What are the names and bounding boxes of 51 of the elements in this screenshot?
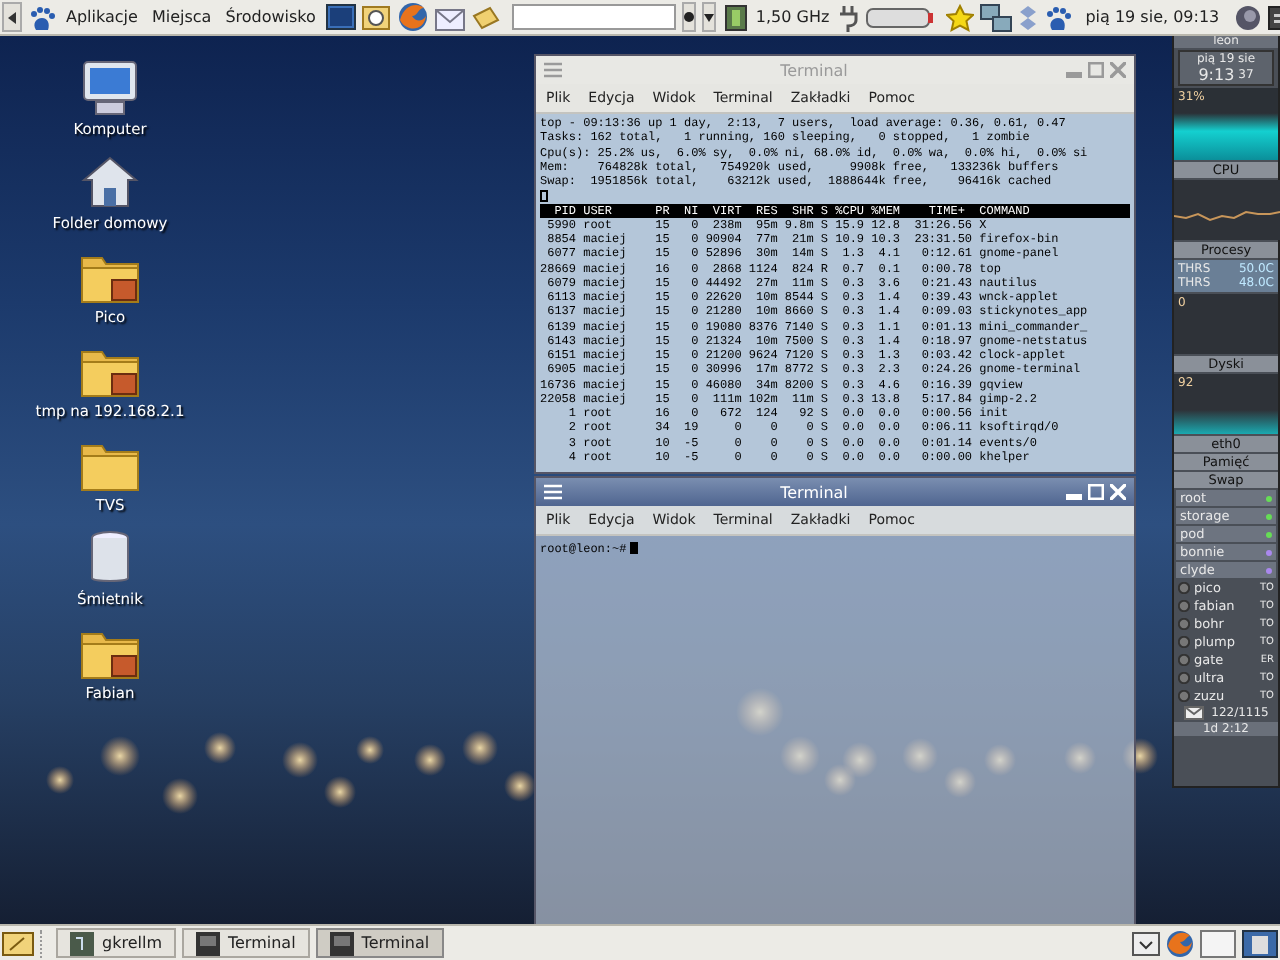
cursor xyxy=(540,189,548,202)
panel-menu[interactable]: Środowisko xyxy=(221,8,320,26)
workspace-icon[interactable] xyxy=(1242,929,1278,957)
globe-icon[interactable] xyxy=(397,2,428,32)
load-graph xyxy=(1174,180,1280,240)
status-light-icon xyxy=(1178,654,1190,666)
left-arrow-icon xyxy=(8,11,16,23)
panel-menu[interactable]: Miejsca xyxy=(147,8,216,26)
command-field[interactable] xyxy=(511,4,676,30)
window-title: Terminal xyxy=(778,483,850,501)
star-icon[interactable] xyxy=(945,3,974,31)
computer-icon[interactable] xyxy=(80,60,140,116)
status-light-icon xyxy=(1178,618,1190,630)
note-icon[interactable] xyxy=(471,5,500,29)
status-light-icon xyxy=(1178,690,1190,702)
status-light-icon xyxy=(1178,600,1190,612)
window-icon xyxy=(70,931,94,955)
status-light-icon xyxy=(1178,636,1190,648)
cursor xyxy=(630,542,639,555)
cpu-frequency: 1,50 GHz xyxy=(755,8,830,26)
dot-icon xyxy=(683,12,694,22)
foot-icon[interactable] xyxy=(28,3,56,31)
speaker-icon[interactable] xyxy=(1233,3,1262,31)
chip-icon xyxy=(721,3,750,31)
scroll-left-button[interactable] xyxy=(2,2,22,32)
dot-button[interactable] xyxy=(681,2,696,32)
show-desktop-icon[interactable] xyxy=(2,931,34,955)
status-light-icon xyxy=(1178,672,1190,684)
window-icon xyxy=(329,931,354,955)
terminal-icon[interactable] xyxy=(325,4,356,30)
tray-icon[interactable] xyxy=(1132,931,1160,955)
house-icon[interactable] xyxy=(79,154,140,210)
magnifier-icon[interactable] xyxy=(361,3,392,31)
network-icon[interactable] xyxy=(979,3,1012,31)
envelope-icon xyxy=(1183,706,1204,720)
globe-icon[interactable] xyxy=(1166,929,1194,957)
taskbar-button[interactable]: Terminal xyxy=(315,928,444,958)
status-light-icon xyxy=(1178,582,1190,594)
foot-icon[interactable] xyxy=(1043,3,1072,31)
envelope-icon[interactable] xyxy=(433,3,466,31)
taskbar-button[interactable]: Terminal xyxy=(181,928,310,958)
clock[interactable]: pią 19 sie, 09:13 xyxy=(1085,8,1220,26)
window-icon xyxy=(195,931,220,955)
window-title: Terminal xyxy=(778,61,850,79)
caret-icon xyxy=(703,13,714,21)
battery-icon xyxy=(865,5,934,29)
panel-menu[interactable]: Aplikacje xyxy=(62,8,142,26)
dropdown-button[interactable] xyxy=(701,2,716,32)
time-text: 9:13 xyxy=(1198,66,1235,84)
taskbar-button[interactable]: gkrellm xyxy=(56,928,176,958)
plug-icon xyxy=(835,3,860,31)
